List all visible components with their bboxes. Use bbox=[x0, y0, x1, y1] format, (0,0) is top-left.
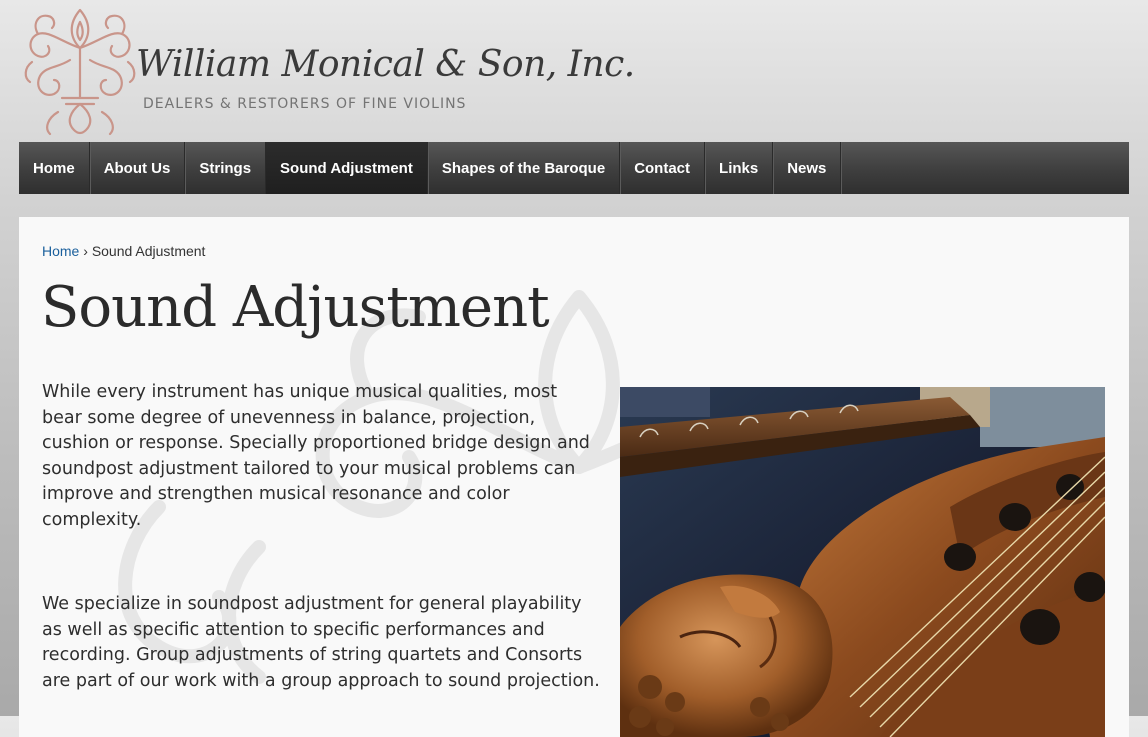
specialization-paragraph: We specialize in soundpost adjustment fo… bbox=[42, 594, 600, 691]
nav-item-sound-adjustment[interactable]: Sound Adjustment bbox=[266, 142, 428, 194]
site-logo-title[interactable]: William Monical & Son, Inc. bbox=[136, 44, 635, 85]
breadcrumb-separator: › bbox=[83, 243, 88, 259]
breadcrumb: Home › Sound Adjustment bbox=[42, 243, 205, 259]
intro-paragraph: While every instrument has unique musica… bbox=[42, 382, 590, 530]
site-tagline: DEALERS & RESTORERS OF FINE VIOLINS bbox=[143, 96, 467, 112]
breadcrumb-current: Sound Adjustment bbox=[91, 243, 206, 259]
nav-item-home[interactable]: Home bbox=[19, 142, 90, 194]
main-navigation: Home About Us Strings Sound Adjustment S… bbox=[19, 142, 1129, 194]
fleur-de-lis-icon[interactable] bbox=[18, 2, 142, 138]
nav-item-links[interactable]: Links bbox=[705, 142, 774, 194]
page-title: Sound Adjustment bbox=[41, 275, 550, 340]
nav-item-news[interactable]: News bbox=[773, 142, 842, 194]
site-header: William Monical & Son, Inc. DEALERS & RE… bbox=[0, 0, 1148, 142]
carved-scroll-viola-da-gamba-image bbox=[620, 387, 1105, 737]
nav-item-about-us[interactable]: About Us bbox=[90, 142, 186, 194]
breadcrumb-home-link[interactable]: Home bbox=[42, 243, 79, 259]
main-content: Home › Sound Adjustment Sound Adjustment… bbox=[19, 217, 1129, 737]
nav-item-strings[interactable]: Strings bbox=[185, 142, 267, 194]
nav-item-contact[interactable]: Contact bbox=[620, 142, 706, 194]
nav-item-shapes-of-the-baroque[interactable]: Shapes of the Baroque bbox=[428, 142, 621, 194]
